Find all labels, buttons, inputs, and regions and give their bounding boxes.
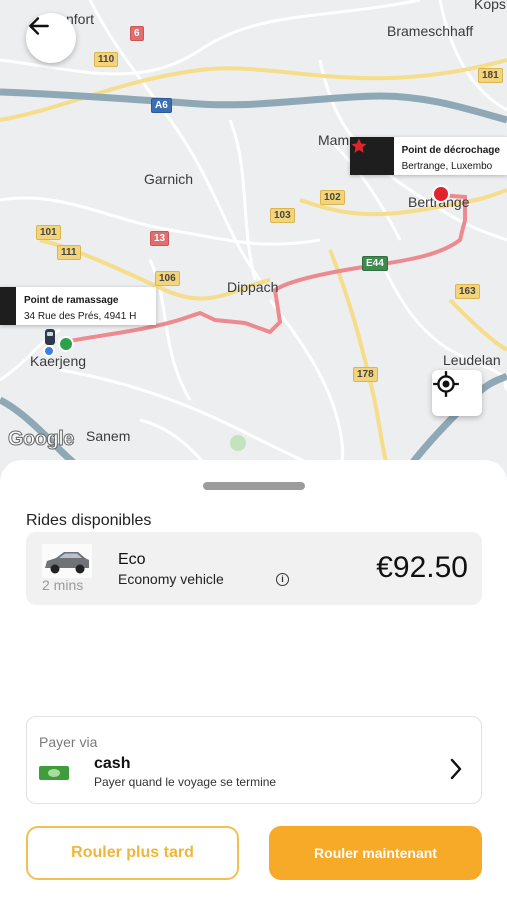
dropoff-pin-icon: [432, 185, 450, 203]
map-label-brameschhaff: Brameschhaff: [387, 23, 474, 39]
road-shield: 102: [320, 190, 345, 205]
map-label-leudelange: Leudelan: [443, 352, 501, 368]
map-label-mamer: Mam: [318, 132, 350, 148]
map-view[interactable]: nfort Brameschhaff Kops Garnich Mam Bert…: [0, 0, 507, 480]
dropoff-callout-text: Point de décrochage Bertrange, Luxembo: [394, 137, 507, 175]
road-shield: 106: [155, 271, 180, 286]
payment-label: Payer via: [39, 734, 98, 750]
pickup-callout[interactable]: Point de ramassage 34 Rue des Prés, 4941…: [0, 287, 156, 325]
payment-method-selector[interactable]: Payer via cash Payer quand le voyage se …: [26, 716, 482, 804]
map-roads: [0, 0, 507, 480]
road-shield: 111: [57, 245, 81, 260]
dropoff-callout-accent: [350, 137, 394, 175]
road-shield: 110: [94, 52, 119, 67]
bottom-sheet: Rides disponibles 2 mins Eco Economy veh…: [0, 460, 507, 900]
ride-option-eco[interactable]: 2 mins Eco Economy vehicle i €92.50: [26, 532, 482, 605]
dropoff-address: Bertrange, Luxembo: [401, 161, 493, 172]
ride-now-button[interactable]: Rouler maintenant: [269, 826, 482, 880]
road-shield: 13: [150, 231, 170, 246]
back-button[interactable]: [26, 13, 76, 63]
current-location-dot: [43, 345, 55, 357]
car-image: [42, 544, 92, 578]
my-location-icon: [433, 371, 459, 397]
road-shield: 6: [130, 26, 144, 41]
map-label-garnich: Garnich: [144, 171, 194, 187]
pickup-address: 34 Rue des Prés, 4941 H: [24, 311, 137, 322]
ride-later-button[interactable]: Rouler plus tard: [26, 826, 239, 880]
chevron-right-icon: [449, 757, 463, 788]
star-icon: [351, 138, 367, 153]
ride-price: €92.50: [376, 551, 468, 584]
pickup-title: Point de ramassage: [24, 295, 119, 306]
pickup-callout-accent: [0, 287, 16, 325]
road-shield: 163: [455, 284, 480, 299]
ride-description: Economy vehicle: [118, 571, 224, 587]
road-shield: A6: [151, 98, 172, 113]
road-shield: 181: [478, 68, 503, 83]
ride-eta: 2 mins: [42, 577, 84, 593]
my-location-button[interactable]: [432, 370, 482, 416]
cash-icon: [39, 766, 69, 780]
ride-name: Eco: [118, 551, 146, 568]
map-label-dippach: Dippach: [227, 279, 279, 295]
road-shield: 103: [270, 208, 295, 223]
map-label-kaerjeng: Kaerjeng: [30, 353, 87, 369]
road-shield: 178: [353, 367, 378, 382]
road-shield: E44: [362, 256, 388, 271]
map-label-kopstal: Kops: [474, 0, 506, 12]
arrow-left-icon: [29, 17, 49, 35]
sheet-drag-handle[interactable]: [203, 482, 305, 490]
pickup-callout-text: Point de ramassage 34 Rue des Prés, 4941…: [16, 287, 144, 325]
google-attribution: Google: [8, 428, 75, 451]
car-icon: [43, 328, 57, 346]
road-shield: 101: [36, 225, 61, 240]
rides-section-title: Rides disponibles: [26, 512, 152, 529]
pickup-pin-icon: [58, 336, 74, 352]
payment-method: cash: [94, 755, 131, 772]
dropoff-callout[interactable]: Point de décrochage Bertrange, Luxembo: [350, 137, 507, 175]
dropoff-title: Point de décrochage: [401, 145, 500, 156]
info-icon[interactable]: i: [276, 573, 289, 586]
payment-subtitle: Payer quand le voyage se termine: [94, 775, 277, 789]
map-label-sanem: Sanem: [86, 428, 131, 444]
